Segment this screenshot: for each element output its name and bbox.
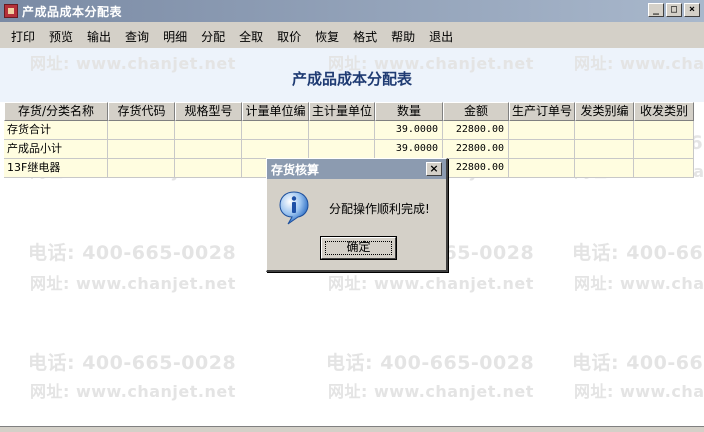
table-cell: [509, 140, 575, 159]
table-cell: 22800.00: [443, 121, 509, 140]
table-cell: [575, 121, 634, 140]
watermark-url: 网址: www.chanjet.net: [30, 274, 236, 293]
menu-format[interactable]: 格式: [346, 28, 384, 45]
watermark-url: 网址: www.chanjet.net: [574, 382, 704, 401]
table-cell: [634, 140, 694, 159]
table-cell: 39.0000: [375, 121, 443, 140]
table-cell: [175, 121, 242, 140]
column-header[interactable]: 收发类别: [634, 102, 694, 121]
report-header: 产成品成本分配表: [0, 48, 704, 102]
dialog-close-button[interactable]: ×: [426, 162, 442, 176]
table-cell: [309, 121, 375, 140]
menu-export[interactable]: 输出: [80, 28, 118, 45]
table-cell: 22800.00: [443, 159, 509, 178]
table-cell: 存货合计: [4, 121, 108, 140]
column-header[interactable]: 生产订单号: [509, 102, 575, 121]
window-controls: _ □ ×: [648, 3, 700, 17]
table-cell: 产成品小计: [4, 140, 108, 159]
message-dialog: 存货核算 × 分配操作顺利完成! 确定: [266, 158, 448, 272]
menu-bar: 打印 预览 输出 查询 明细 分配 全取 取价 恢复 格式 帮助 退出: [0, 24, 704, 48]
menu-fetch-all[interactable]: 全取: [232, 28, 270, 45]
menu-fetch-price[interactable]: 取价: [270, 28, 308, 45]
watermark-url: 网址: www.chanjet.net: [574, 274, 704, 293]
table-header: 存货/分类名称 存货代码 规格型号 计量单位编 主计量单位 数量 金额 生产订单…: [4, 102, 704, 121]
window-title: 产成品成本分配表: [22, 4, 123, 19]
table-cell: [242, 140, 309, 159]
menu-help[interactable]: 帮助: [384, 28, 422, 45]
menu-detail[interactable]: 明细: [156, 28, 194, 45]
ok-button[interactable]: 确定: [320, 236, 397, 260]
menu-print[interactable]: 打印: [0, 28, 42, 45]
minimize-button[interactable]: _: [648, 3, 664, 17]
table-cell: [175, 159, 242, 178]
watermark-url: 网址: www.chanjet.net: [328, 274, 534, 293]
column-header[interactable]: 规格型号: [175, 102, 242, 121]
table-cell: [575, 140, 634, 159]
table-cell: [634, 121, 694, 140]
column-header[interactable]: 发类别编: [575, 102, 634, 121]
column-header[interactable]: 金额: [443, 102, 509, 121]
dialog-title: 存货核算: [267, 159, 446, 179]
table-cell: [509, 159, 575, 178]
table-cell: [108, 121, 175, 140]
maximize-button[interactable]: □: [666, 3, 682, 17]
table-cell: 22800.00: [443, 140, 509, 159]
app-icon: [4, 4, 18, 18]
table-cell: [242, 121, 309, 140]
table-row[interactable]: 产成品小计 39.0000 22800.00: [4, 140, 704, 159]
column-header[interactable]: 存货代码: [108, 102, 175, 121]
table-cell: [108, 159, 175, 178]
watermark-phone: 电话: 400-665-0028: [572, 242, 704, 264]
table-cell: [108, 140, 175, 159]
table-cell: [509, 121, 575, 140]
table-cell: [309, 140, 375, 159]
watermark-url: 网址: www.chanjet.net: [328, 382, 534, 401]
watermark-phone: 电话: 400-665-0028: [572, 352, 704, 374]
table-row[interactable]: 存货合计 39.0000 22800.00: [4, 121, 704, 140]
close-button[interactable]: ×: [684, 3, 700, 17]
title-bar: 产成品成本分配表 _ □ ×: [0, 0, 704, 22]
menu-exit[interactable]: 退出: [422, 28, 460, 45]
table-cell: [634, 159, 694, 178]
menu-restore[interactable]: 恢复: [308, 28, 346, 45]
horizontal-scrollbar[interactable]: [0, 426, 704, 432]
table-cell: 13F继电器: [4, 159, 108, 178]
watermark-phone: 电话: 400-665-0028: [28, 242, 237, 264]
menu-allocate[interactable]: 分配: [194, 28, 232, 45]
watermark-phone: 电话: 400-665-0028: [28, 352, 237, 374]
column-header[interactable]: 数量: [375, 102, 443, 121]
watermark-phone: 电话: 400-665-0028: [326, 352, 535, 374]
column-header[interactable]: 计量单位编: [242, 102, 309, 121]
table-cell: [175, 140, 242, 159]
menu-query[interactable]: 查询: [118, 28, 156, 45]
column-header[interactable]: 存货/分类名称: [4, 102, 108, 121]
watermark-url: 网址: www.chanjet.net: [30, 382, 236, 401]
info-icon: [279, 191, 309, 225]
column-header[interactable]: 主计量单位: [309, 102, 375, 121]
table-cell: [575, 159, 634, 178]
report-title: 产成品成本分配表: [291, 70, 412, 88]
menu-preview[interactable]: 预览: [42, 28, 80, 45]
table-cell: 39.0000: [375, 140, 443, 159]
dialog-message: 分配操作顺利完成!: [329, 202, 430, 216]
